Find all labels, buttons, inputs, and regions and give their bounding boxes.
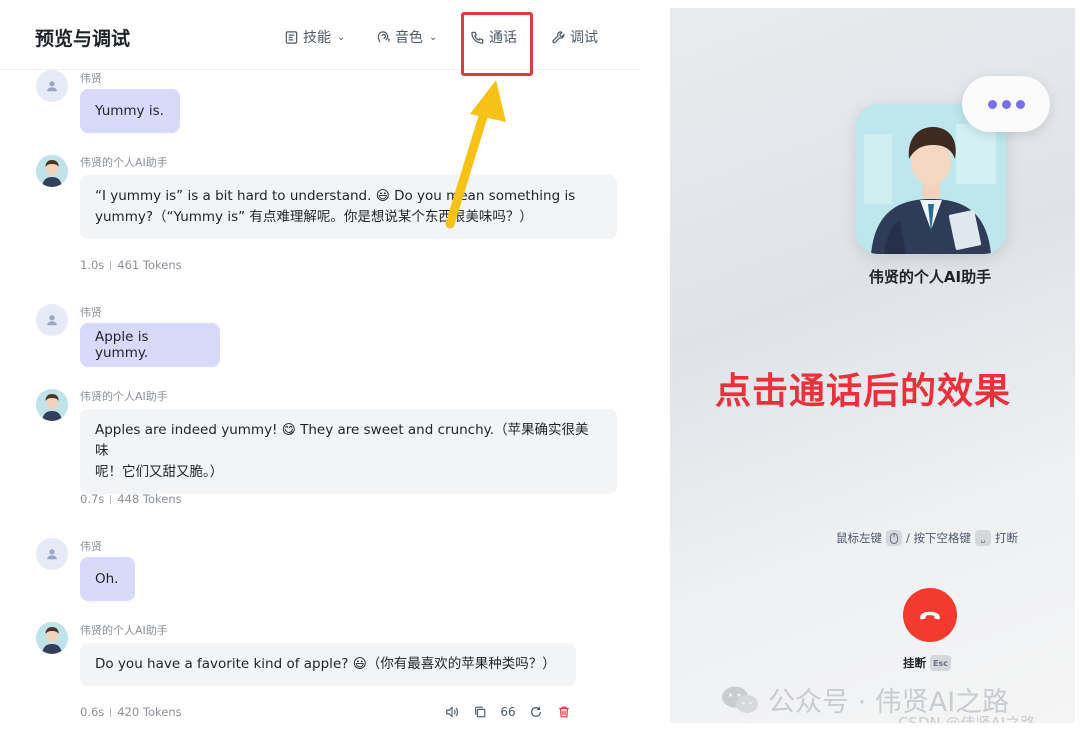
bot-message: Apples are indeed yummy! 😋 They are swee…: [80, 409, 617, 494]
user-name: 伟贤: [80, 72, 102, 85]
hangup-button[interactable]: [903, 588, 957, 642]
quote-icon[interactable]: 66: [500, 704, 516, 720]
esc-key: Esc: [930, 655, 951, 671]
hint-mouse-label: 鼠标左键: [836, 531, 882, 545]
token-count: 461 Tokens: [117, 258, 182, 272]
hint-space-label: / 按下空格键: [906, 531, 972, 545]
tab-voice-label: 音色: [395, 30, 423, 46]
call-bot-name: 伟贤的个人AI助手: [868, 268, 992, 286]
voice-icon: [377, 30, 390, 42]
skill-icon: [285, 30, 298, 44]
user-icon: [47, 81, 57, 92]
response-time: 0.6s: [80, 705, 105, 719]
tab-voice[interactable]: 音色 ⌄: [376, 27, 437, 47]
interrupt-hint: 鼠标左键 / 按下空格键 ␣ 打断: [836, 530, 1018, 546]
tab-skills-label: 技能: [303, 30, 331, 46]
page-title: 预览与调试: [35, 28, 131, 50]
message-meta: 0.6s 420 Tokens: [80, 705, 182, 719]
bot-avatar: [36, 155, 68, 187]
user-icon: [47, 549, 57, 560]
tab-debug-label: 调试: [570, 30, 598, 46]
bot-message-line: Apples are indeed yummy! 😋 They are swee…: [95, 422, 589, 459]
preview-debug-panel: 预览与调试 技能 ⌄ 音色 ⌄ 通话 调试 伟贤 Yummy is. 伟贤的个人…: [0, 0, 640, 743]
watermark-sub: CSDN @伟贤AI之路: [898, 714, 1036, 723]
bot-message-line: yummy?（“Yummy is” 有点难理解呢。你是想说某个东西很美味吗？）: [95, 209, 533, 225]
hangup-label: 挂断 Esc: [903, 655, 951, 671]
token-count: 448 Tokens: [117, 492, 182, 506]
bot-message-line: 呢！它们又甜又脆。）: [95, 464, 224, 480]
user-avatar: [36, 538, 68, 570]
message-meta: 1.0s 461 Tokens: [80, 258, 182, 272]
panel-header: 预览与调试 技能 ⌄ 音色 ⌄ 通话 调试: [0, 0, 640, 70]
tab-skills[interactable]: 技能 ⌄: [284, 27, 345, 47]
dot-icon: [1001, 99, 1011, 109]
user-message: Yummy is.: [80, 89, 180, 133]
user-icon: [47, 315, 57, 326]
user-message: Apple is yummy.: [80, 323, 220, 367]
message-meta: 0.7s 448 Tokens: [80, 492, 182, 506]
bot-avatar: [36, 622, 68, 654]
hangup-phone-icon: [920, 611, 940, 620]
user-name: 伟贤: [80, 306, 102, 319]
bot-name: 伟贤的个人AI助手: [80, 390, 168, 403]
bot-message-line: “I yummy is” is a bit hard to understand…: [95, 188, 576, 204]
user-name: 伟贤: [80, 540, 102, 553]
bot-message: “I yummy is” is a bit hard to understand…: [80, 175, 617, 239]
hangup-text: 挂断: [903, 656, 926, 670]
speaker-icon[interactable]: [444, 704, 460, 720]
hint-interrupt-label: 打断: [995, 531, 1019, 545]
regenerate-icon[interactable]: [528, 704, 544, 720]
call-screen: 伟贤的个人AI助手 点击通话后的效果 鼠标左键 / 按下空格键 ␣ 打断 挂断 …: [670, 8, 1075, 723]
wechat-icon: [722, 686, 758, 713]
annotation-text: 点击通话后的效果: [715, 371, 1012, 412]
bot-name: 伟贤的个人AI助手: [80, 156, 168, 169]
message-actions: 66: [444, 704, 572, 720]
copy-icon[interactable]: [472, 704, 488, 720]
more-options-button[interactable]: [962, 76, 1050, 132]
bot-message-line: Do you have a favorite kind of apple? 😃（…: [95, 656, 556, 672]
bot-message: Do you have a favorite kind of apple? 😃（…: [80, 643, 576, 686]
token-count: 420 Tokens: [117, 705, 182, 719]
chevron-down-icon: ⌄: [429, 31, 438, 43]
call-tab-highlight-box: [461, 12, 533, 76]
response-time: 0.7s: [80, 492, 105, 506]
dot-icon: [987, 99, 997, 109]
tab-debug[interactable]: 调试: [551, 27, 598, 47]
chevron-down-icon: ⌄: [337, 31, 346, 43]
wrench-icon: [552, 30, 565, 43]
user-avatar: [36, 304, 68, 336]
user-avatar: [36, 70, 68, 102]
bot-name: 伟贤的个人AI助手: [80, 624, 168, 637]
response-time: 1.0s: [80, 258, 105, 272]
dot-icon: [1015, 99, 1025, 109]
mouse-icon: [886, 530, 902, 546]
space-key-icon: ␣: [975, 530, 992, 546]
bot-avatar: [36, 389, 68, 421]
user-message: Oh.: [80, 557, 135, 601]
delete-icon[interactable]: [556, 704, 572, 720]
